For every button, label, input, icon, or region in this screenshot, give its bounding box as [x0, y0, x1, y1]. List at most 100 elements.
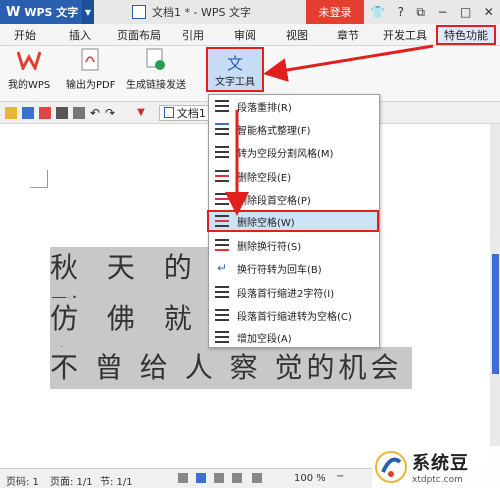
menu-item-label: 增加空段(A) — [237, 333, 292, 345]
vertical-scrollbar[interactable] — [490, 124, 500, 468]
menu-lines-icon — [215, 214, 229, 228]
menu-item-delete-spaces[interactable]: 删除空格(W) — [207, 210, 379, 232]
format-painter-icon[interactable]: ▼ — [137, 107, 145, 118]
menu-item-empty-para-split[interactable]: 转为空段分割风格(M) — [209, 141, 379, 163]
menu-item-indent-to-spaces[interactable]: 段落首行缩进转为空格(C) — [209, 304, 379, 326]
wps-menu-button[interactable]: W WPS 文字 ▼ — [0, 0, 94, 24]
shirt-icon[interactable]: 👕 — [370, 5, 385, 19]
web-view-icon[interactable] — [252, 473, 262, 483]
minimize-icon[interactable]: − — [437, 5, 447, 19]
share-link-icon — [144, 48, 168, 72]
view-mode-icon[interactable] — [178, 473, 188, 483]
outline-view-icon[interactable] — [214, 473, 224, 483]
page-corner-marker — [30, 170, 48, 188]
export-pdf-label: 输出为PDF — [66, 80, 116, 91]
menu-item-label: 段落重排(R) — [237, 102, 292, 114]
tab-review[interactable]: 审阅 — [234, 27, 256, 43]
share-link-label: 生成链接发送 — [126, 80, 186, 91]
menu-item-indent-2-chars[interactable]: 段落首行缩进2字符(I) — [209, 281, 379, 303]
print-icon[interactable] — [56, 106, 68, 119]
tab-special-features[interactable]: 特色功能 — [436, 25, 496, 45]
menu-item-paragraph-rearrange[interactable]: 段落重排(R) — [209, 95, 379, 117]
menu-item-label: 转为空段分割风格(M) — [237, 148, 334, 160]
text-tools-label: 文字工具 — [215, 77, 255, 88]
menu-item-label: 删除空格(W) — [237, 217, 295, 229]
menu-item-label: 换行符转为回车(B) — [237, 264, 322, 276]
menu-item-label: 智能格式整理(F) — [237, 125, 311, 137]
tab-view[interactable]: 视图 — [286, 27, 308, 43]
menu-item-delete-line-breaks[interactable]: 删除换行符(S) — [209, 234, 379, 256]
menu-lines-icon — [215, 122, 229, 136]
menu-arrow-icon: ↵ — [216, 261, 228, 275]
watermark-logo-icon — [375, 451, 407, 483]
close-icon[interactable]: ✕ — [484, 5, 494, 19]
maximize-icon[interactable]: □ — [460, 5, 471, 19]
menu-item-smart-format[interactable]: 智能格式整理(F) — [209, 118, 379, 140]
login-button[interactable]: 未登录 — [306, 0, 364, 24]
app-brand: WPS 文字 — [24, 6, 79, 19]
document-title-area: 文档1 * - WPS 文字 — [94, 0, 306, 24]
zoom-level[interactable]: 100 % — [294, 473, 326, 484]
export-pdf-small-icon[interactable] — [39, 106, 51, 119]
menu-item-add-empty-para[interactable]: 增加空段(A) — [209, 326, 379, 348]
restore-window-icon[interactable]: ⧉ — [416, 5, 425, 20]
menu-lines-icon — [215, 238, 229, 252]
wps-logo-icon: W — [6, 4, 21, 20]
menu-bar: 开始 插入 页面布局 引用 审阅 视图 章节 开发工具 — [0, 24, 500, 46]
text-tools-button[interactable]: 文 文字工具 — [206, 47, 264, 92]
redo-icon[interactable]: ↷ — [105, 106, 115, 120]
tab-insert[interactable]: 插入 — [69, 27, 91, 43]
menu-item-label: 删除空段(E) — [237, 172, 292, 184]
pdf-icon — [79, 48, 103, 72]
tab-references[interactable]: 引用 — [182, 27, 204, 43]
menu-lines-icon — [215, 169, 229, 183]
page-view-icon[interactable] — [196, 473, 206, 483]
page-count: 页面: 1/1 — [50, 477, 93, 488]
menu-item-label: 删除换行符(S) — [237, 241, 302, 253]
open-folder-icon[interactable] — [5, 106, 17, 119]
title-bar: W WPS 文字 ▼ 文档1 * - WPS 文字 未登录 👕 ? ⧉ − □ … — [0, 0, 500, 24]
export-pdf-button[interactable]: 输出为PDF — [66, 48, 115, 91]
help-icon[interactable]: ? — [398, 5, 404, 19]
menu-lines-icon — [215, 330, 229, 344]
menu-item-delete-leading-spaces[interactable]: 删除段首空格(P) — [209, 188, 379, 210]
document-icon — [132, 5, 146, 19]
print-preview-icon[interactable] — [73, 106, 85, 119]
tab-developer[interactable]: 开发工具 — [383, 27, 427, 43]
read-view-icon[interactable] — [232, 473, 242, 483]
tab-page-layout[interactable]: 页面布局 — [117, 27, 161, 43]
menu-item-label: 删除段首空格(P) — [237, 195, 311, 207]
watermark-url: xtdptc.com — [412, 475, 463, 485]
section-count: 节: 1/1 — [100, 477, 133, 488]
window-controls: 👕 ? ⧉ − □ ✕ — [364, 0, 500, 24]
save-icon[interactable] — [22, 106, 34, 119]
my-wps-button[interactable]: 我的WPS — [8, 48, 50, 91]
document-tab-icon — [163, 107, 174, 118]
menu-item-label: 段落首行缩进2字符(I) — [237, 288, 335, 300]
menu-lines-icon — [215, 145, 229, 159]
menu-lines-icon — [215, 308, 229, 322]
tab-start[interactable]: 开始 — [14, 27, 36, 43]
scrollbar-thumb[interactable] — [492, 254, 499, 374]
tab-chapter[interactable]: 章节 — [337, 27, 359, 43]
menu-item-delete-empty-para[interactable]: 删除空段(E) — [209, 165, 379, 187]
my-wps-label: 我的WPS — [8, 80, 51, 91]
page-number: 页码: 1 — [6, 477, 39, 488]
menu-item-label: 段落首行缩进转为空格(C) — [237, 311, 352, 323]
text-tools-dropdown: 段落重排(R) 智能格式整理(F) 转为空段分割风格(M) 删除空段(E) 删除… — [207, 94, 380, 348]
wps-w-icon — [17, 48, 42, 72]
watermark-title: 系统豆 — [412, 453, 469, 474]
menu-lines-icon — [215, 99, 229, 113]
chevron-down-icon[interactable]: ▼ — [82, 0, 94, 24]
site-watermark: 系统豆 xtdptc.com — [372, 446, 500, 488]
menu-lines-icon — [215, 192, 229, 206]
share-link-button[interactable]: 生成链接发送 — [126, 48, 186, 91]
document-tab[interactable]: 文档1 — [158, 104, 211, 121]
undo-icon[interactable]: ↶ — [90, 106, 100, 120]
document-line-3[interactable]: 不 曾 给 人 察 觉的机会 — [50, 347, 412, 389]
zoom-out-icon[interactable]: − — [336, 471, 344, 482]
document-title: 文档1 * - WPS 文字 — [152, 6, 251, 19]
menu-item-linebreak-to-enter[interactable]: ↵ 换行符转为回车(B) — [209, 257, 379, 279]
document-tab-label: 文档1 — [176, 106, 206, 120]
menu-lines-icon — [215, 285, 229, 299]
